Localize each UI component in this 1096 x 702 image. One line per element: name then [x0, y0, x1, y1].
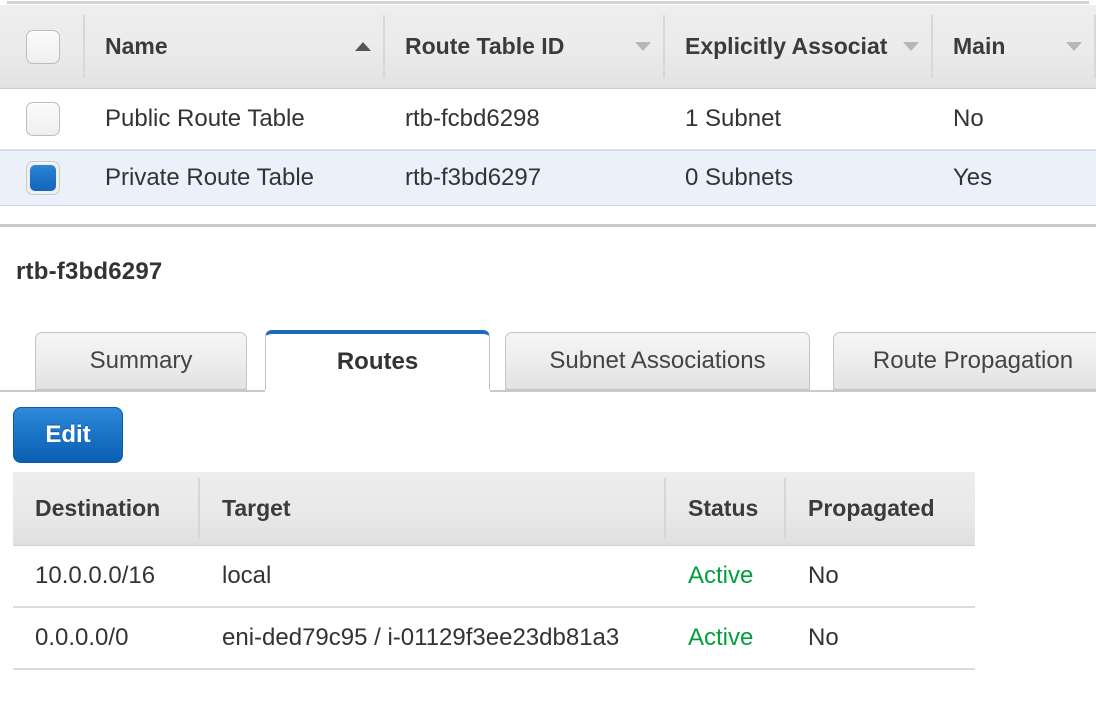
- table-row[interactable]: Private Route Table rtb-f3bd6297 0 Subne…: [0, 150, 1096, 206]
- cell-explicitly-associated: 0 Subnets: [685, 164, 794, 191]
- sort-ascending-icon[interactable]: [355, 42, 371, 51]
- routes-column-header-status[interactable]: Status: [666, 472, 786, 545]
- column-header-explicitly-associated[interactable]: Explicitly Associat: [665, 5, 933, 88]
- cell-destination: 0.0.0.0/0: [35, 624, 129, 651]
- tab-routes-label: Routes: [336, 348, 419, 375]
- routes-column-header-destination-label: Destination: [35, 495, 161, 521]
- column-header-main-label: Main: [953, 33, 1006, 59]
- top-divider: [7, 1, 1089, 4]
- checkbox-fill: [29, 165, 56, 191]
- edit-button[interactable]: Edit: [13, 407, 123, 463]
- tab-subnet-associations-label: Subnet Associations: [549, 347, 766, 374]
- detail-pane-divider: [0, 224, 1096, 227]
- table-row[interactable]: 0.0.0.0/0 eni-ded79c95 / i-01129f3ee23db…: [13, 608, 975, 670]
- column-header-name[interactable]: Name: [85, 5, 385, 88]
- detail-tabs: Summary Routes Subnet Associations Route…: [0, 330, 1096, 392]
- cell-route-table-id: rtb-f3bd6297: [405, 164, 542, 191]
- routes-column-header-propagated[interactable]: Propagated: [786, 472, 975, 545]
- routes-column-header-status-label: Status: [688, 495, 759, 521]
- routes-column-header-destination[interactable]: Destination: [13, 472, 200, 545]
- tab-routes[interactable]: Routes: [265, 330, 490, 390]
- routes-table: Destination Target Status Propagated 10.…: [13, 472, 975, 670]
- cell-target: eni-ded79c95 / i-01129f3ee23db81a3: [222, 624, 620, 651]
- tab-strip-baseline: [0, 390, 1096, 392]
- page-title: rtb-f3bd6297: [16, 258, 163, 285]
- cell-propagated: No: [808, 624, 839, 651]
- tab-route-propagation-label: Route Propagation: [872, 347, 1074, 374]
- column-header-name-label: Name: [105, 33, 168, 59]
- select-all-cell[interactable]: [0, 5, 85, 88]
- edit-button-label: Edit: [45, 421, 91, 448]
- tab-summary-label: Summary: [89, 347, 193, 374]
- routes-column-header-target[interactable]: Target: [200, 472, 666, 545]
- status-badge: Active: [688, 624, 754, 651]
- cell-name: Private Route Table: [105, 164, 315, 191]
- chevron-down-icon[interactable]: [635, 42, 651, 51]
- status-badge: Active: [688, 562, 754, 589]
- route-table-list-header: Name Route Table ID Explicitly Associat …: [0, 5, 1096, 89]
- column-header-explicitly-associated-label: Explicitly Associat: [685, 33, 888, 59]
- column-header-main[interactable]: Main: [933, 5, 1096, 88]
- cell-name: Public Route Table: [105, 105, 305, 132]
- routes-column-header-target-label: Target: [222, 495, 291, 521]
- row-select-cell[interactable]: [0, 102, 85, 136]
- cell-main: Yes: [953, 164, 993, 191]
- tab-subnet-associations[interactable]: Subnet Associations: [505, 332, 810, 390]
- column-header-route-table-id[interactable]: Route Table ID: [385, 5, 665, 88]
- cell-propagated: No: [808, 562, 839, 589]
- tab-strip-active-gap: [265, 390, 490, 392]
- cell-main: No: [953, 105, 984, 132]
- row-checkbox[interactable]: [25, 102, 60, 136]
- routes-table-header: Destination Target Status Propagated: [13, 472, 975, 546]
- tab-summary[interactable]: Summary: [35, 332, 247, 390]
- routes-column-header-propagated-label: Propagated: [808, 495, 935, 521]
- row-select-cell[interactable]: [0, 161, 85, 195]
- chevron-down-icon[interactable]: [903, 42, 919, 51]
- row-checkbox-checked[interactable]: [25, 161, 60, 195]
- cell-route-table-id: rtb-fcbd6298: [405, 105, 540, 132]
- table-row[interactable]: 10.0.0.0/16 local Active No: [13, 546, 975, 608]
- select-all-checkbox[interactable]: [25, 29, 60, 64]
- cell-target: local: [222, 562, 272, 589]
- table-row[interactable]: Public Route Table rtb-fcbd6298 1 Subnet…: [0, 89, 1096, 150]
- cell-explicitly-associated: 1 Subnet: [685, 105, 782, 132]
- column-header-route-table-id-label: Route Table ID: [405, 33, 565, 59]
- chevron-down-icon[interactable]: [1066, 42, 1082, 51]
- tab-route-propagation[interactable]: Route Propagation: [833, 332, 1096, 390]
- cell-destination: 10.0.0.0/16: [35, 562, 156, 589]
- route-tables-screen: Name Route Table ID Explicitly Associat …: [0, 0, 1096, 702]
- route-table-list: Name Route Table ID Explicitly Associat …: [0, 5, 1096, 206]
